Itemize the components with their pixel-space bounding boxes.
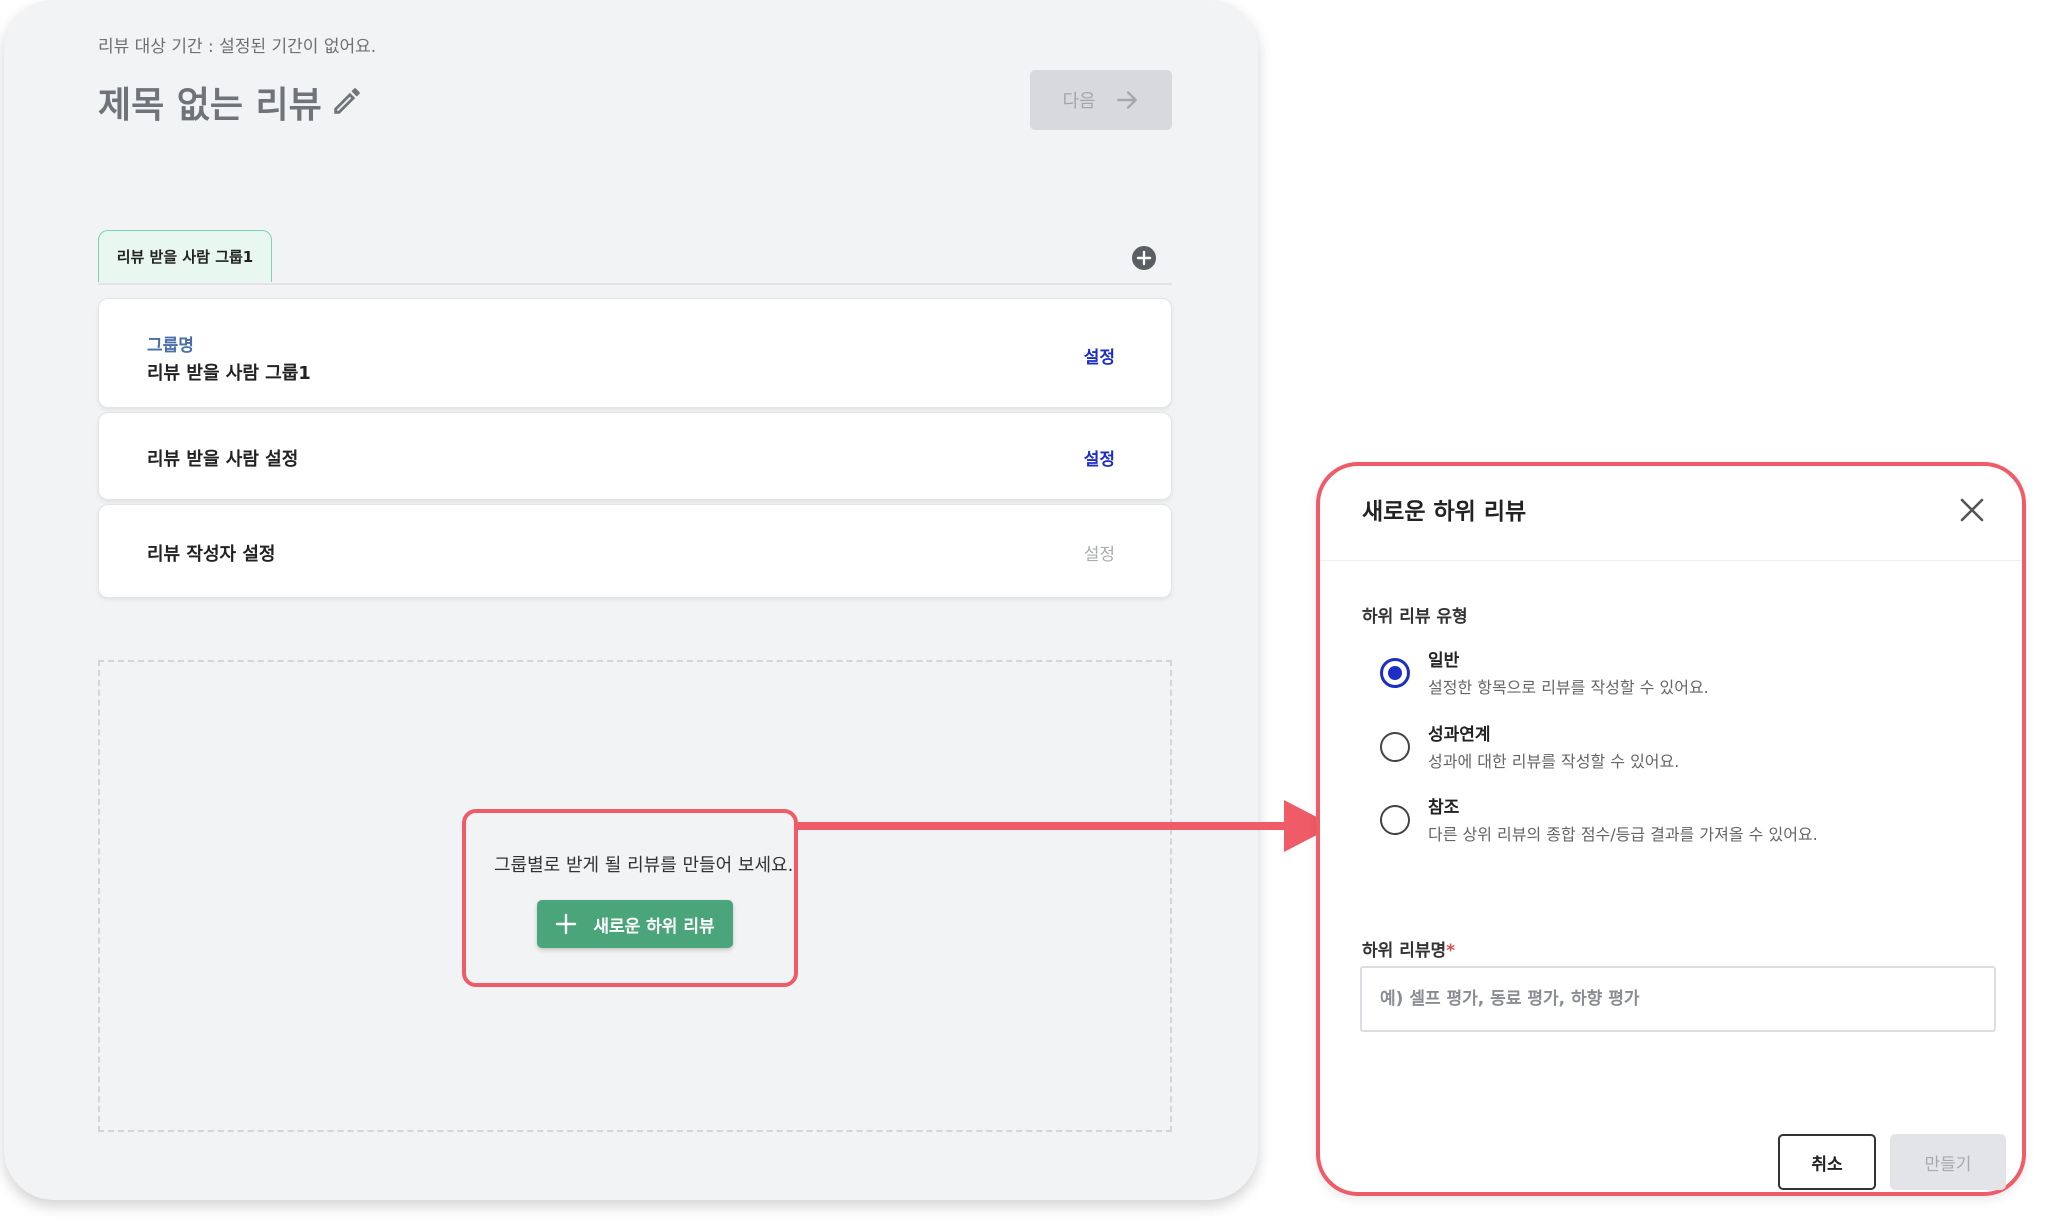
- callout-highlight: [462, 809, 798, 987]
- pencil-icon[interactable]: [330, 84, 364, 118]
- reviewer-set-link: 설정: [1083, 545, 1115, 565]
- create-button[interactable]: 만들기: [1890, 1134, 2006, 1190]
- option-general-desc: 설정한 항목으로 리뷰를 작성할 수 있어요.: [1428, 678, 1709, 697]
- next-button[interactable]: 다음: [1030, 70, 1172, 130]
- reviewer-setting-row: 리뷰 작성자 설정 설정: [98, 504, 1172, 598]
- plus-icon: [556, 913, 577, 935]
- radio-reference[interactable]: [1380, 805, 1410, 835]
- group-name-value: 리뷰 받을 사람 그룹1: [147, 363, 311, 384]
- group-name-caption: 그룹명: [147, 336, 194, 356]
- option-performance-desc: 성과에 대한 리뷰를 작성할 수 있어요.: [1428, 752, 1680, 771]
- sub-review-type-label: 하위 리뷰 유형: [1362, 607, 1468, 627]
- sub-review-name-text: 하위 리뷰명: [1362, 941, 1447, 961]
- radio-general[interactable]: [1380, 658, 1410, 688]
- next-label: 다음: [1062, 91, 1096, 112]
- group-name-row: 그룹명 리뷰 받을 사람 그룹1 설정: [98, 298, 1172, 408]
- reviewee-set-link[interactable]: 설정: [1084, 445, 1115, 470]
- required-mark: *: [1446, 941, 1456, 961]
- new-sub-review-label: 새로운 하위 리뷰: [593, 916, 715, 937]
- arrow-right-icon: [1116, 91, 1137, 109]
- cancel-button[interactable]: 취소: [1778, 1134, 1876, 1190]
- reviewer-setting-label: 리뷰 작성자 설정: [147, 544, 276, 565]
- close-icon[interactable]: [1954, 492, 1990, 528]
- radio-performance[interactable]: [1380, 732, 1410, 762]
- reviewee-setting-row: 리뷰 받을 사람 설정 설정: [98, 412, 1172, 500]
- option-performance-title: 성과연계: [1428, 725, 1491, 745]
- plus-circle-icon[interactable]: [1130, 244, 1158, 272]
- callout-arrow: [798, 800, 1334, 852]
- option-reference-title: 참조: [1428, 798, 1460, 818]
- page-title[interactable]: 제목 없는 리뷰: [98, 76, 322, 128]
- tab-divider: [98, 283, 1172, 285]
- group-name-set-link[interactable]: 설정: [1084, 343, 1115, 368]
- modal-divider: [1320, 560, 2022, 561]
- review-period-text: 리뷰 대상 기간 : 설정된 기간이 없어요.: [98, 37, 377, 57]
- new-sub-review-modal: 새로운 하위 리뷰 하위 리뷰 유형 일반 설정한 항목으로 리뷰를 작성할 수…: [1316, 462, 2026, 1196]
- reviewee-setting-label: 리뷰 받을 사람 설정: [147, 449, 299, 470]
- sub-review-name-input[interactable]: [1360, 966, 1996, 1032]
- sub-review-name-label: 하위 리뷰명*: [1362, 936, 1455, 961]
- tab-group-1[interactable]: 리뷰 받을 사람 그룹1: [98, 230, 272, 282]
- option-reference-desc: 다른 상위 리뷰의 종합 점수/등급 결과를 가져올 수 있어요.: [1428, 825, 1818, 844]
- option-general-title: 일반: [1428, 651, 1460, 671]
- empty-state-text: 그룹별로 받게 될 리뷰를 만들어 보세요.: [494, 855, 794, 876]
- new-sub-review-button[interactable]: 새로운 하위 리뷰: [537, 900, 733, 948]
- modal-title: 새로운 하위 리뷰: [1362, 499, 1527, 525]
